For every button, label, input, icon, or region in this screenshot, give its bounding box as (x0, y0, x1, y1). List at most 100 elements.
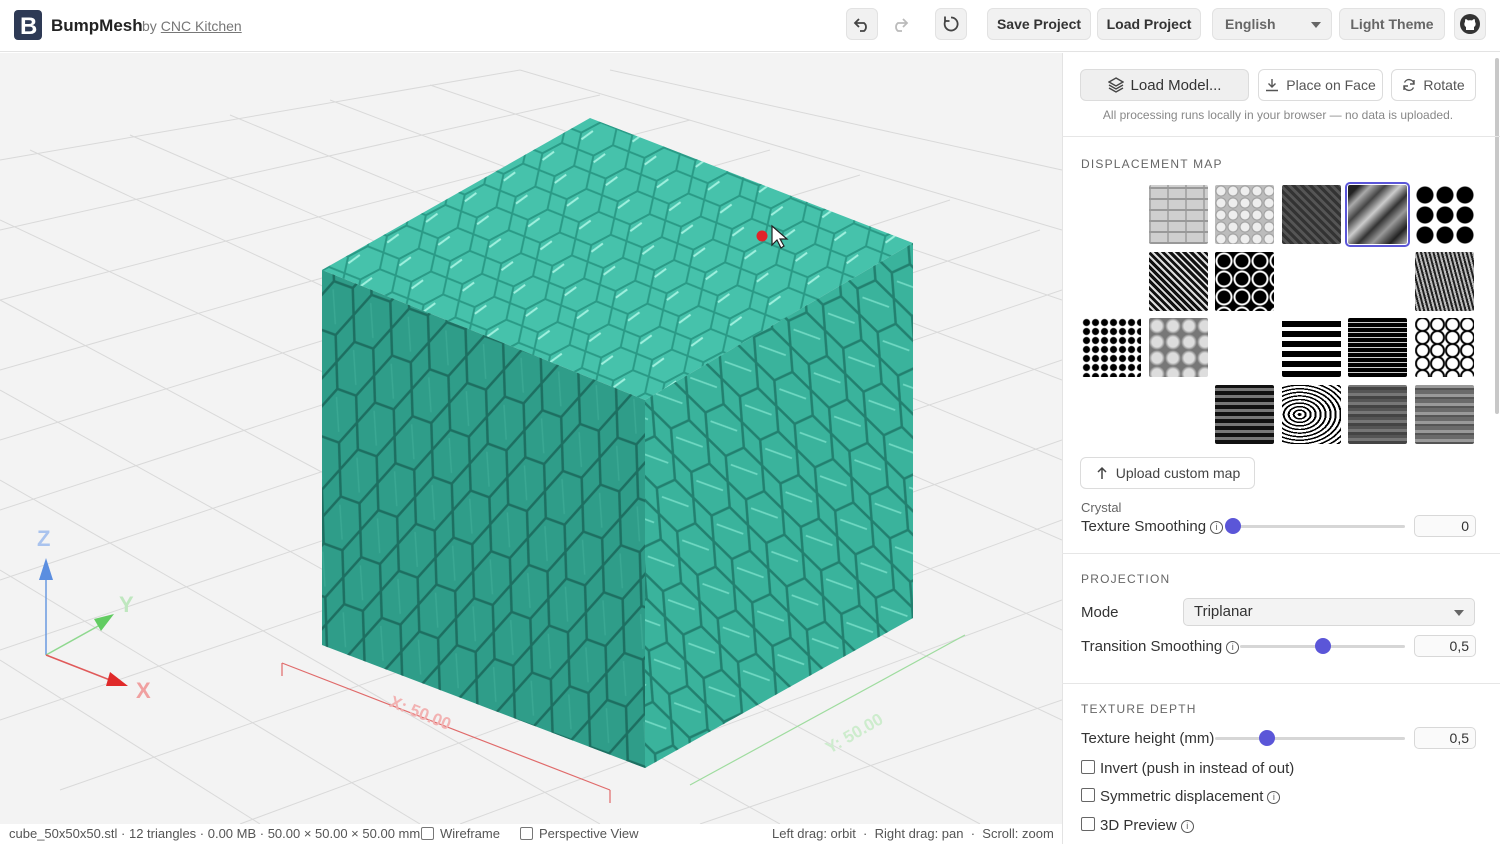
theme-toggle-button[interactable]: Light Theme (1339, 8, 1445, 40)
cursor-marker (756, 230, 768, 242)
transition-smoothing-slider-thumb[interactable] (1315, 638, 1331, 654)
z-axis-label: Z (37, 526, 50, 551)
texture-thumbnail-dots[interactable] (1415, 185, 1474, 244)
texture-thumbnail-carbon[interactable] (1282, 185, 1341, 244)
invert-checkbox[interactable] (1081, 760, 1095, 774)
3d-preview-option[interactable]: 3D Preview i (1081, 817, 1194, 834)
texture-thumbnail-bricks[interactable] (1149, 185, 1208, 244)
redo-icon (895, 18, 909, 32)
texture-depth-title: TEXTURE DEPTH (1081, 702, 1197, 716)
symmetric-label: Symmetric displacement (1100, 788, 1264, 805)
info-icon[interactable]: i (1180, 820, 1194, 833)
texture-height-slider-thumb[interactable] (1259, 730, 1275, 746)
texture-thumbnail-wood-dark[interactable] (1348, 385, 1407, 444)
projection-title: PROJECTION (1081, 572, 1171, 586)
x-dimension-label: X: 50.00 (387, 692, 454, 734)
texture-smoothing-text: Texture Smoothing (1081, 518, 1207, 535)
divider (1062, 683, 1500, 684)
language-value: English (1225, 16, 1276, 32)
wireframe-toggle[interactable]: Wireframe (421, 826, 500, 841)
3d-viewport[interactable]: Z Y X X: 50.00 Y: 50.00 (0, 53, 1062, 824)
viewport-scene[interactable]: Z Y X X: 50.00 Y: 50.00 (0, 53, 1062, 824)
texture-thumbnail-camo[interactable] (1282, 252, 1341, 311)
reset-button[interactable] (935, 8, 967, 40)
divider (1062, 553, 1500, 554)
texture-thumbnail-wood-grain[interactable] (1282, 385, 1341, 444)
mode-label: Mode (1081, 604, 1119, 621)
texture-thumbnail-leather-weave[interactable] (1215, 385, 1274, 444)
texture-thumbnail-zigzag[interactable] (1082, 385, 1141, 444)
texture-thumbnail-cells[interactable] (1149, 318, 1208, 377)
github-button[interactable] (1454, 8, 1486, 40)
app-title: BumpMesh (51, 16, 143, 35)
undo-button[interactable] (846, 8, 878, 40)
texture-thumbnail-circles[interactable] (1215, 185, 1274, 244)
texture-thumbnail-wood-grey[interactable] (1415, 385, 1474, 444)
texture-thumbnail-grid-bricks[interactable] (1082, 185, 1141, 244)
language-select[interactable]: English (1212, 8, 1332, 40)
cube-model (322, 118, 913, 768)
texture-thumbnail-crystal[interactable] (1345, 182, 1410, 247)
wireframe-checkbox[interactable] (421, 827, 434, 840)
load-project-button[interactable]: Load Project (1097, 8, 1201, 40)
info-icon[interactable]: i (1210, 521, 1224, 534)
texture-thumbnail-knit[interactable] (1415, 252, 1474, 311)
file-info: cube_50x50x50.stl · 12 triangles · 0.00 … (9, 826, 421, 841)
texture-thumbnail-voronoi[interactable] (1415, 318, 1474, 377)
projection-mode-select[interactable]: Triplanar (1183, 598, 1475, 626)
texture-smoothing-input[interactable]: 0 (1414, 515, 1476, 537)
upload-icon (1097, 466, 1107, 479)
perspective-checkbox[interactable] (520, 827, 533, 840)
upload-custom-map-button[interactable]: Upload custom map (1080, 457, 1255, 489)
divider (1062, 136, 1500, 137)
perspective-toggle[interactable]: Perspective View (520, 826, 638, 841)
info-icon[interactable]: i (1226, 641, 1240, 654)
privacy-note: All processing runs locally in your brow… (1102, 108, 1454, 122)
texture-thumbnail-diagonal-weave[interactable] (1149, 252, 1208, 311)
rotate-label: Rotate (1423, 77, 1465, 93)
symmetric-checkbox[interactable] (1081, 788, 1095, 802)
texture-thumbnail-stripes-wide[interactable] (1282, 318, 1341, 377)
transition-smoothing-input[interactable]: 0,5 (1414, 635, 1476, 657)
redo-button[interactable] (884, 8, 916, 40)
upload-custom-map-label: Upload custom map (1115, 465, 1241, 481)
panel-scrollbar[interactable] (1495, 58, 1499, 414)
svg-text:B: B (20, 13, 37, 40)
chevron-down-icon (1454, 610, 1464, 616)
cnc-kitchen-link[interactable]: CNC Kitchen (161, 18, 242, 34)
texture-smoothing-label: Texture Smoothing i (1081, 518, 1224, 535)
place-on-face-button[interactable]: Place on Face (1258, 69, 1383, 101)
info-icon[interactable]: i (1267, 791, 1281, 804)
3d-preview-label: 3D Preview (1100, 817, 1177, 834)
y-axis-label: Y (119, 592, 134, 617)
texture-thumbnail-diamonds[interactable] (1082, 318, 1141, 377)
layers-icon (1107, 77, 1124, 93)
texture-thumbnail-hexagons[interactable] (1215, 252, 1274, 311)
texture-thumbnail-basket-weave[interactable] (1149, 385, 1208, 444)
load-model-button[interactable]: Load Model... (1080, 69, 1249, 101)
perspective-label: Perspective View (539, 826, 639, 841)
status-bar: cube_50x50x50.stl · 12 triangles · 0.00 … (0, 824, 1062, 844)
invert-label: Invert (push in instead of out) (1100, 760, 1295, 777)
invert-option[interactable]: Invert (push in instead of out) (1081, 760, 1294, 777)
top-bar: B BumpMesh by CNC Kitchen Save Project Lo… (0, 0, 1500, 52)
download-icon (1266, 79, 1279, 92)
chevron-down-icon (1311, 22, 1321, 28)
rotate-button[interactable]: Rotate (1391, 69, 1476, 101)
3d-preview-checkbox[interactable] (1081, 817, 1095, 831)
texture-thumbnail-triangles[interactable] (1348, 252, 1407, 311)
texture-thumbnail-noise[interactable] (1215, 318, 1274, 377)
symmetric-option[interactable]: Symmetric displacement i (1081, 788, 1281, 805)
wireframe-label: Wireframe (440, 826, 500, 841)
texture-height-input[interactable]: 0,5 (1414, 727, 1476, 749)
texture-smoothing-slider[interactable] (1233, 525, 1405, 528)
texture-thumbnail-stripes-fine[interactable] (1348, 318, 1407, 377)
undo-icon (853, 18, 867, 32)
reset-icon (943, 16, 959, 32)
github-icon (1460, 14, 1480, 34)
texture-thumbnail-fine-grid[interactable] (1082, 252, 1141, 311)
selected-map-name: Crystal (1081, 500, 1122, 515)
texture-smoothing-slider-thumb[interactable] (1225, 518, 1241, 534)
texture-height-slider[interactable] (1215, 737, 1405, 740)
save-project-button[interactable]: Save Project (987, 8, 1091, 40)
